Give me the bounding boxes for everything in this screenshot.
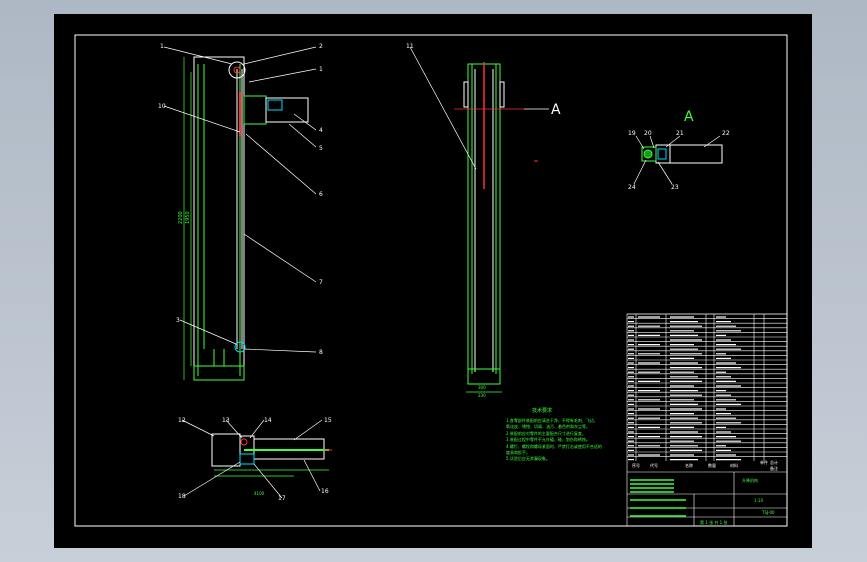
notes-title: 技术要求 (532, 407, 552, 414)
callout-6: 6 (319, 191, 323, 198)
detail-view-label-a: A (684, 109, 694, 125)
callout-14: 14 (264, 417, 272, 424)
note-line-1: 1.各零部件装配前应清洗干净，不得有毛刺、飞边、 (506, 417, 598, 423)
callout-19: 19 (628, 130, 636, 137)
callout-22: 22 (722, 130, 730, 137)
note-line-7: 5.试验后应无渗漏现象。 (506, 455, 550, 461)
callout-4: 4 (319, 127, 323, 134)
top-view (211, 433, 329, 477)
callout-24: 24 (628, 184, 636, 191)
callout-1: 1 (160, 43, 164, 50)
callout-10: 10 (158, 103, 166, 110)
drawing-viewport[interactable]: 2200 1950 1 2 1 4 5 10 6 7 3 8 A 11 300 … (54, 14, 812, 548)
callout-17: 17 (278, 495, 286, 502)
header-unit: 单件 (760, 459, 768, 465)
header-total: 总计 (770, 459, 778, 465)
callout-18: 18 (178, 493, 186, 500)
drawing-number: TSJ-00 (761, 510, 775, 515)
cad-window: 2200 1950 1 2 1 4 5 10 6 7 3 8 A 11 300 … (0, 0, 867, 562)
callout-20: 20 (644, 130, 652, 137)
drawing-canvas: 2200 1950 1 2 1 4 5 10 6 7 3 8 A 11 300 … (74, 34, 788, 527)
callout-3: 3 (176, 317, 180, 324)
side-view (463, 62, 505, 393)
drawing-name: 升降机构 (742, 477, 758, 483)
scale: 1:10 (754, 498, 763, 503)
technical-notes: 技术要求 1.各零部件装配前应清洗干净，不得有毛刺、飞边、 氧化皮、锈蚀、切屑、… (506, 407, 602, 461)
dim-bottom: 4100 (254, 491, 265, 496)
leaders-detail (633, 135, 721, 185)
dim-left-inner: 1950 (185, 211, 191, 224)
header-qty: 数量 (708, 462, 716, 468)
header-remark: 备注 (770, 465, 778, 471)
callout-16: 16 (321, 488, 329, 495)
dim-mid1: 300 (478, 385, 486, 390)
header-code: 代号 (650, 462, 658, 468)
callout-21: 21 (676, 130, 684, 137)
callout-5: 5 (319, 145, 323, 152)
note-line-4: 3.装配过程中零件不允许磕、碰、划伤和锈蚀。 (506, 436, 590, 442)
callout-13: 13 (222, 417, 230, 424)
parts-list-table (626, 313, 788, 527)
front-view (183, 56, 309, 381)
note-line-3: 2.装配前应对零件的主要配合尺寸进行复查。 (506, 430, 586, 436)
callout-3-top: 1 (319, 66, 323, 73)
note-line-6: 旋具和扳手。 (506, 449, 530, 455)
callout-2: 2 (319, 43, 323, 50)
sheet-count: 第 1 张 共 1 张 (700, 519, 727, 525)
header-material: 材料 (730, 462, 738, 468)
callout-7: 7 (319, 279, 323, 286)
inner-frame (74, 34, 788, 527)
callout-8: 8 (319, 349, 323, 356)
header-index: 序号 (632, 462, 640, 468)
callout-12: 12 (178, 417, 186, 424)
section-label-a: A (551, 102, 561, 118)
note-line-5: 4.螺钉、螺栓和螺母紧固时，严禁打击或使用不合适的 (506, 443, 602, 449)
dim-left-outer: 2200 (178, 211, 184, 224)
callout-11: 11 (406, 43, 414, 50)
callout-23: 23 (671, 184, 679, 191)
note-line-2: 氧化皮、锈蚀、切屑、油污、着色剂和灰尘等。 (506, 423, 590, 429)
callout-15: 15 (324, 417, 332, 424)
dim-mid2: 230 (478, 393, 486, 398)
header-name: 名称 (685, 462, 693, 468)
